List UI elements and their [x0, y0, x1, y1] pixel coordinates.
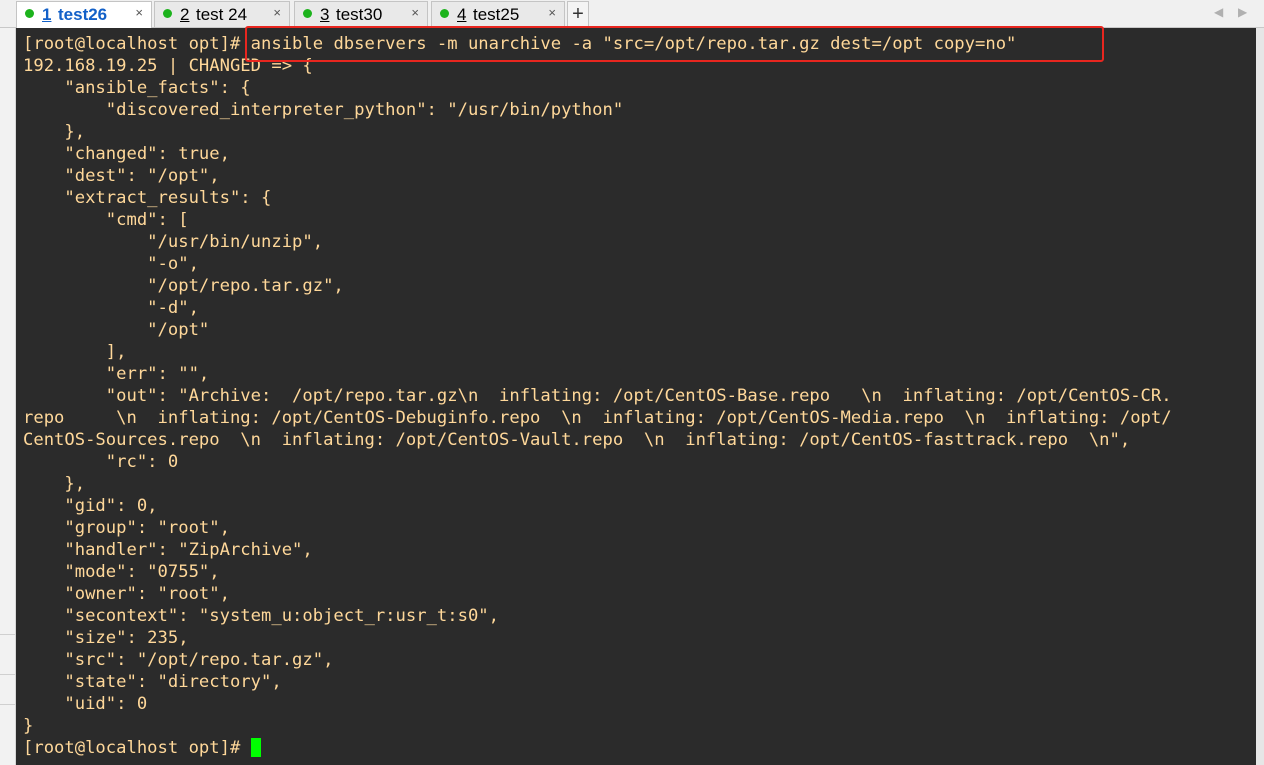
connected-status-icon	[440, 9, 449, 18]
command-text: ansible dbservers -m unarchive -a "src=/…	[240, 34, 1017, 54]
terminal-view[interactable]: [root@localhost opt]# ansible dbservers …	[16, 28, 1256, 765]
output-line: repo \n inflating: /opt/CentOS-Debuginfo…	[23, 408, 1172, 428]
output-line: CentOS-Sources.repo \n inflating: /opt/C…	[23, 430, 1131, 450]
output-line: "rc": 0	[23, 452, 179, 472]
output-line: "uid": 0	[23, 694, 148, 714]
scroll-tabs-right-icon[interactable]: ▶	[1238, 5, 1247, 19]
output-line: }	[23, 716, 34, 736]
output-line: "group": "root",	[23, 518, 230, 538]
tab-test30[interactable]: 3 test30 ×	[294, 1, 428, 27]
output-line: "cmd": [	[23, 210, 189, 230]
tab-label: test26	[58, 5, 108, 24]
tab-test-24[interactable]: 2 test 24 ×	[154, 1, 290, 27]
output-line: "out": "Archive: /opt/repo.tar.gz\n infl…	[23, 386, 1172, 406]
output-line: "changed": true,	[23, 144, 230, 164]
shell-prompt: [root@localhost opt]#	[23, 738, 241, 758]
output-line: "mode": "0755",	[23, 562, 220, 582]
close-tab-icon[interactable]: ×	[135, 5, 143, 20]
output-line: "ansible_facts": {	[23, 78, 251, 98]
tab-label: test 24	[196, 5, 248, 24]
gutter-divider	[0, 704, 15, 705]
new-tab-button[interactable]: +	[567, 1, 589, 27]
command-line: [root@localhost opt]# ansible dbservers …	[23, 33, 1172, 55]
shell-prompt: [root@localhost opt]#	[23, 34, 241, 54]
tab-test26[interactable]: 1 test26 ×	[16, 1, 152, 28]
tab-number: 2	[180, 5, 190, 24]
left-gutter	[0, 28, 16, 765]
output-line: "discovered_interpreter_python": "/usr/b…	[23, 100, 624, 120]
output-line: "extract_results": {	[23, 188, 272, 208]
output-line: },	[23, 474, 86, 494]
output-line: ],	[23, 342, 127, 362]
output-line: "handler": "ZipArchive",	[23, 540, 313, 560]
tab-number: 4	[457, 5, 467, 24]
terminal-output: [root@localhost opt]# ansible dbservers …	[23, 33, 1172, 759]
tab-label: test25	[473, 5, 520, 24]
output-line: "-o",	[23, 254, 199, 274]
output-line: "/opt"	[23, 320, 210, 340]
output-line: "secontext": "system_u:object_r:usr_t:s0…	[23, 606, 499, 626]
output-line: "gid": 0,	[23, 496, 158, 516]
tab-bar: 1 test26 × 2 test 24 × 3 test30 × 4 test…	[0, 0, 1264, 28]
output-line: 192.168.19.25 | CHANGED => {	[23, 56, 313, 76]
tab-number: 1	[42, 5, 52, 24]
prompt-line[interactable]: [root@localhost opt]#	[23, 737, 1172, 759]
output-line: "src": "/opt/repo.tar.gz",	[23, 650, 334, 670]
gutter-divider	[0, 634, 15, 635]
output-line: "state": "directory",	[23, 672, 282, 692]
scroll-tabs-left-icon[interactable]: ◀	[1214, 5, 1223, 19]
gutter-divider	[0, 674, 15, 675]
right-edge-strip	[1256, 28, 1264, 765]
output-line: "size": 235,	[23, 628, 189, 648]
tab-label: test30	[336, 5, 383, 24]
output-line: "owner": "root",	[23, 584, 230, 604]
output-line: "-d",	[23, 298, 199, 318]
output-line: "dest": "/opt",	[23, 166, 220, 186]
output-line: "/usr/bin/unzip",	[23, 232, 324, 252]
connected-status-icon	[25, 9, 34, 18]
output-line: "/opt/repo.tar.gz",	[23, 276, 344, 296]
close-tab-icon[interactable]: ×	[273, 5, 281, 20]
close-tab-icon[interactable]: ×	[411, 5, 419, 20]
output-line: "err": "",	[23, 364, 210, 384]
connected-status-icon	[163, 9, 172, 18]
output-line: },	[23, 122, 86, 142]
tab-test25[interactable]: 4 test25 ×	[431, 1, 565, 27]
connected-status-icon	[303, 9, 312, 18]
text-cursor	[250, 738, 261, 757]
close-tab-icon[interactable]: ×	[548, 5, 556, 20]
tab-number: 3	[320, 5, 330, 24]
